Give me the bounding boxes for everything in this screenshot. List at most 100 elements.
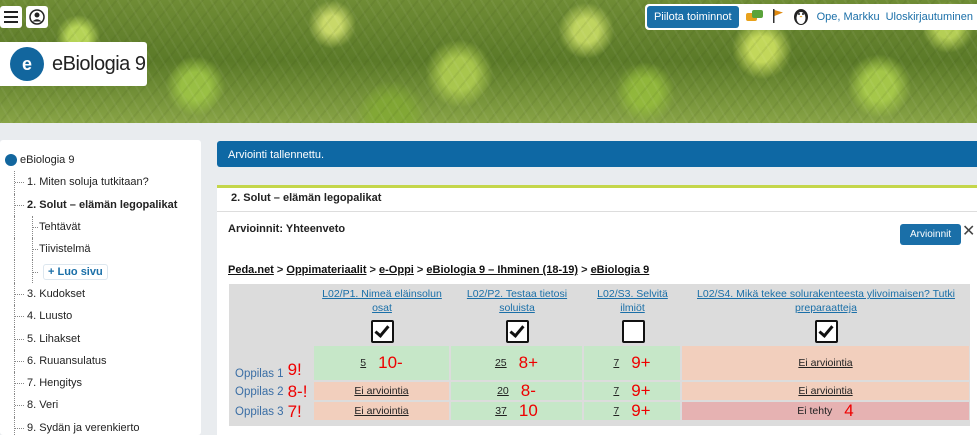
sidebar-item-label: Tiivistelmä bbox=[39, 243, 91, 256]
pupil-label[interactable]: Oppilas 3 7! bbox=[229, 402, 314, 421]
user-menu-icon[interactable] bbox=[26, 6, 48, 28]
grade-score: 10- bbox=[378, 353, 403, 372]
grade-score: 9+ bbox=[631, 381, 651, 400]
grade-cell-link[interactable]: Ei arviointia bbox=[798, 385, 852, 397]
column-title-link[interactable]: L02/P2. Testaa tietosi soluista bbox=[467, 288, 567, 314]
sidebar-item-label: 7. Hengitys bbox=[27, 377, 83, 390]
grade-cell-link[interactable]: Ei arviointia bbox=[354, 385, 408, 397]
overall-grade: 7! bbox=[287, 401, 302, 421]
column-title-link[interactable]: L02/P1. Nimeä eläinsolun osat bbox=[322, 288, 442, 314]
logout-link[interactable]: Uloskirjautuminen bbox=[886, 11, 973, 23]
grade-cell[interactable]: 7 9+ bbox=[584, 401, 680, 420]
user-link[interactable]: Ope, Markku bbox=[817, 11, 880, 23]
overall-grade: 9! bbox=[287, 360, 302, 379]
grade-score: 4 bbox=[844, 401, 854, 420]
sidebar-item-1[interactable]: 1. Miten soluja tutkitaan? bbox=[5, 171, 201, 194]
grade-cell-link[interactable]: 37 bbox=[495, 405, 507, 417]
pupil-label[interactable]: Oppilas 1 9! bbox=[229, 346, 314, 381]
breadcrumb-link[interactable]: Peda.net bbox=[228, 264, 274, 276]
grade-cell[interactable]: Ei tehty 4 bbox=[682, 401, 969, 420]
column-title-link[interactable]: L02/S3. Selvitä ilmiöt bbox=[597, 288, 668, 314]
assessment-summary-table: L02/P1. Nimeä eläinsolun osat L02/P2. Tes… bbox=[229, 284, 970, 426]
grade-cell-link[interactable]: Ei arviointia bbox=[798, 357, 852, 369]
sidebar-item-label: 4. Luusto bbox=[27, 310, 73, 323]
grade-cell[interactable]: Ei arviointia bbox=[314, 382, 449, 400]
sidebar-item-label: 3. Kudokset bbox=[27, 287, 86, 300]
sidebar-item-tiivistelma[interactable]: Tiivistelmä bbox=[5, 238, 201, 261]
grade-cell[interactable]: Ei arviointia bbox=[682, 346, 969, 380]
panel-title: 2. Solut – elämän legopalikat bbox=[217, 188, 977, 212]
sidebar-root-label: eBiologia 9 bbox=[20, 154, 75, 167]
grade-cell-link[interactable]: Ei arviointia bbox=[354, 405, 408, 417]
sidebar-root[interactable]: eBiologia 9 bbox=[5, 149, 201, 171]
grade-cell[interactable]: Ei arviointia bbox=[314, 402, 449, 420]
logo-text: eBiologia 9 bbox=[52, 52, 146, 75]
breadcrumb: Peda.net > Oppimateriaalit > e-Oppi > eB… bbox=[228, 264, 649, 276]
sidebar-item-6[interactable]: 6. Ruuansulatus bbox=[5, 349, 201, 372]
checkmark-icon bbox=[818, 322, 834, 338]
grade-cell-link[interactable]: 7 bbox=[613, 405, 619, 417]
breadcrumb-link[interactable]: eBiologia 9 – Ihminen (18-19) bbox=[426, 264, 578, 276]
pupil-name[interactable]: Oppilas 3 bbox=[235, 406, 284, 418]
overall-grade: 8-! bbox=[287, 381, 308, 401]
breadcrumb-separator: > bbox=[578, 264, 591, 276]
sidebar-item-9[interactable]: 9. Sydän ja verenkierto bbox=[5, 416, 201, 435]
pupil-name[interactable]: Oppilas 1 bbox=[235, 368, 284, 380]
grade-cell[interactable]: 5 10- bbox=[314, 346, 449, 380]
breadcrumb-link[interactable]: e-Oppi bbox=[379, 264, 414, 276]
chat-icon[interactable] bbox=[745, 8, 765, 27]
site-logo[interactable]: e eBiologia 9 bbox=[0, 42, 147, 86]
grade-score: 8- bbox=[520, 381, 536, 400]
breadcrumb-separator: > bbox=[413, 264, 427, 276]
grade-cell-link[interactable]: 7 bbox=[613, 385, 619, 397]
sidebar-item-8[interactable]: 8. Veri bbox=[5, 394, 201, 417]
sidebar-add-page[interactable]: + Luo sivu bbox=[5, 260, 201, 283]
sidebar-item-label: 8. Veri bbox=[27, 399, 59, 412]
add-page-button[interactable]: + Luo sivu bbox=[43, 263, 108, 280]
grade-cell-link[interactable]: 25 bbox=[495, 357, 507, 369]
sidebar-item-label: 1. Miten soluja tutkitaan? bbox=[27, 176, 149, 189]
pupil-name[interactable]: Oppilas 2 bbox=[235, 386, 284, 398]
close-icon[interactable]: ✕ bbox=[962, 221, 975, 241]
sidebar-item-7[interactable]: 7. Hengitys bbox=[5, 371, 201, 395]
ebiologia-icon bbox=[5, 154, 17, 167]
grade-cell[interactable]: 37 10 bbox=[451, 401, 582, 420]
grade-cell-link[interactable]: 20 bbox=[497, 385, 509, 397]
grade-cell-link[interactable]: 7 bbox=[613, 357, 619, 369]
logo-icon: e bbox=[10, 47, 44, 81]
sidebar-item-tehtavat[interactable]: Tehtävät bbox=[5, 215, 201, 239]
grade-cell-text: Ei tehty bbox=[797, 405, 833, 417]
menu-icon[interactable] bbox=[0, 6, 22, 28]
breadcrumb-link[interactable]: eBiologia 9 bbox=[591, 264, 650, 276]
sidebar-item-2[interactable]: 2. Solut – elämän legopalikat bbox=[5, 193, 201, 216]
sidebar-item-label: 6. Ruuansulatus bbox=[27, 354, 107, 367]
flag-icon[interactable] bbox=[771, 8, 785, 27]
sidebar-item-5[interactable]: 5. Lihakset bbox=[5, 327, 201, 350]
hide-actions-button[interactable]: Piilota toiminnot bbox=[646, 6, 739, 28]
checkbox-checked[interactable] bbox=[506, 320, 529, 343]
sidebar-item-label: Tehtävät bbox=[39, 221, 81, 234]
breadcrumb-separator: > bbox=[366, 264, 380, 276]
grade-cell[interactable]: Ei arviointia bbox=[682, 382, 969, 400]
breadcrumb-link[interactable]: Oppimateriaalit bbox=[286, 264, 366, 276]
sidebar-item-4[interactable]: 4. Luusto bbox=[5, 305, 201, 328]
sidebar-item-label: 2. Solut – elämän legopalikat bbox=[27, 198, 178, 211]
grade-cell[interactable]: 25 8+ bbox=[451, 346, 582, 380]
assessments-button[interactable]: Arvioinnit bbox=[900, 224, 962, 245]
grade-cell-link[interactable]: 5 bbox=[360, 357, 366, 369]
checkmark-icon bbox=[374, 322, 390, 338]
grade-cell[interactable]: 20 8- bbox=[451, 381, 582, 400]
grade-score: 10 bbox=[518, 401, 538, 420]
sidebar-item-3[interactable]: 3. Kudokset bbox=[5, 282, 201, 306]
column-title-link[interactable]: L02/S4. Mikä tekee solurakenteesta ylivo… bbox=[697, 288, 955, 314]
checkbox-checked[interactable] bbox=[815, 320, 838, 343]
checkbox-unchecked[interactable] bbox=[621, 320, 645, 343]
pupil-label[interactable]: Oppilas 2 8-! bbox=[229, 382, 314, 401]
topbar-left bbox=[0, 6, 48, 28]
assessment-panel: 2. Solut – elämän legopalikat Arvioinnit… bbox=[217, 185, 977, 435]
sidebar-item-label: 9. Sydän ja verenkierto bbox=[27, 421, 140, 434]
penguin-icon[interactable] bbox=[791, 7, 811, 28]
checkbox-checked[interactable] bbox=[371, 320, 394, 343]
grade-cell[interactable]: 7 9+ bbox=[584, 381, 680, 400]
grade-cell[interactable]: 7 9+ bbox=[584, 346, 680, 380]
